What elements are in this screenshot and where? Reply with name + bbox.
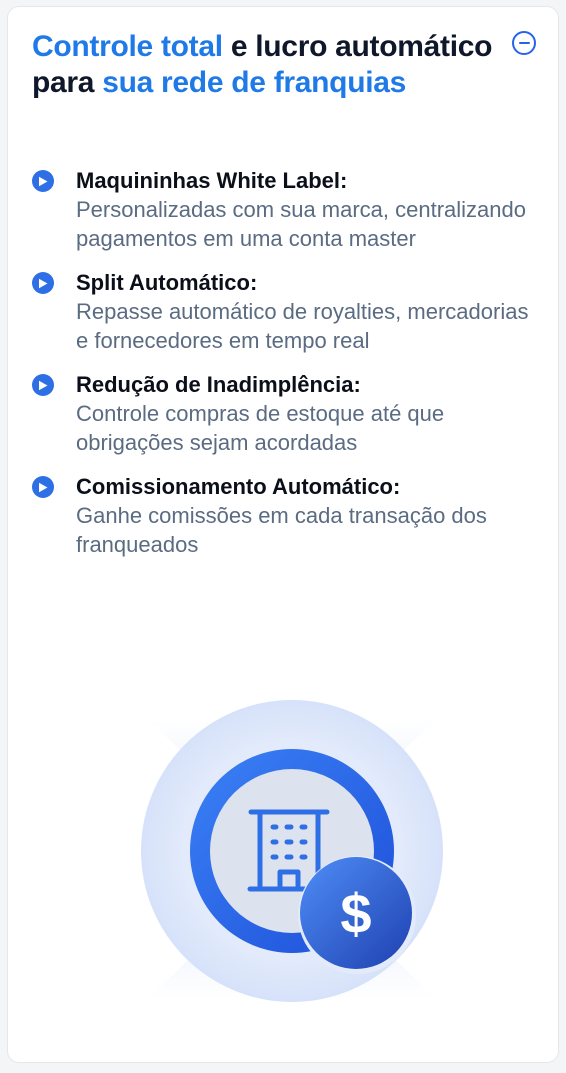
play-bullet-icon bbox=[32, 374, 54, 396]
franchise-illustration: $ bbox=[141, 700, 443, 1002]
feature-description: Controle compras de estoque até que obri… bbox=[76, 401, 445, 455]
headline-accent-2: sua rede de franquias bbox=[102, 66, 407, 99]
card-headline: Controle total e lucro automático para s… bbox=[32, 29, 502, 101]
feature-title: Maquininhas White Label: bbox=[76, 168, 348, 193]
play-bullet-icon bbox=[32, 272, 54, 294]
minus-icon bbox=[518, 42, 530, 44]
feature-item: Split Automático: Repasse automático de … bbox=[32, 268, 532, 355]
play-bullet-icon bbox=[32, 170, 54, 192]
feature-description: Personalizadas com sua marca, centraliza… bbox=[76, 197, 527, 251]
feature-title: Comissionamento Automático: bbox=[76, 474, 401, 499]
feature-item: Comissionamento Automático: Ganhe comiss… bbox=[32, 472, 532, 559]
franchise-feature-card: Controle total e lucro automático para s… bbox=[7, 6, 559, 1063]
dollar-symbol: $ bbox=[340, 882, 371, 945]
play-bullet-icon bbox=[32, 476, 54, 498]
feature-description: Repasse automático de royalties, mercado… bbox=[76, 299, 529, 353]
feature-description: Ganhe comissões em cada transação dos fr… bbox=[76, 503, 487, 557]
feature-item: Maquininhas White Label: Personalizadas … bbox=[32, 166, 532, 253]
feature-title: Redução de Inadimplência: bbox=[76, 372, 361, 397]
feature-title: Split Automático: bbox=[76, 270, 258, 295]
feature-list: Maquininhas White Label: Personalizadas … bbox=[32, 166, 532, 574]
headline-accent-1: Controle total bbox=[32, 30, 223, 63]
collapse-button[interactable] bbox=[512, 31, 536, 55]
feature-item: Redução de Inadimplência: Controle compr… bbox=[32, 370, 532, 457]
